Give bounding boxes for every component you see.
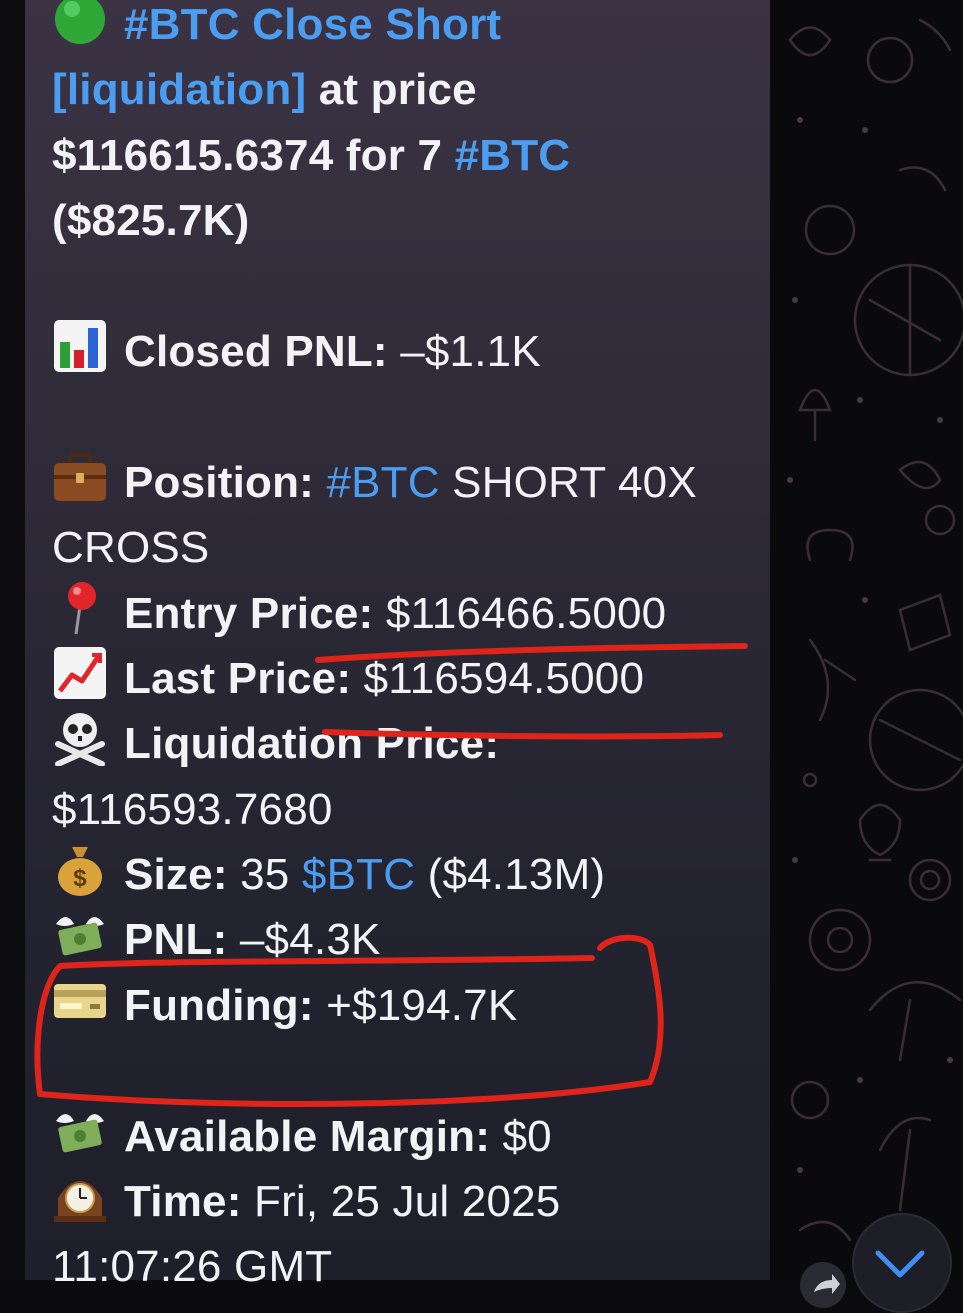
- size-value: 35: [227, 850, 302, 900]
- pnl-label: PNL:: [124, 915, 228, 965]
- chat-wallpaper: [770, 0, 963, 1280]
- size-notional: ($4.13M): [415, 850, 606, 900]
- round-pushpin-icon: [52, 581, 108, 636]
- svg-text:$: $: [73, 865, 87, 892]
- notional-line: ($825.7K): [52, 188, 752, 253]
- liquidation-price-value: $116593.7680: [52, 784, 333, 834]
- mantelpiece-clock-icon: [52, 1172, 108, 1224]
- pnl-value: –$4.3K: [227, 915, 381, 965]
- liquidation-price-line: Liquidation Price:: [52, 711, 752, 776]
- scroll-down-button[interactable]: [852, 1213, 952, 1313]
- skull-crossbones-icon: [52, 713, 108, 767]
- funding-label: Funding:: [124, 980, 314, 1030]
- message-header-line-2: [liquidation] at price: [52, 57, 752, 122]
- bar-chart-icon: [52, 319, 108, 374]
- position-value: SHORT 40X: [439, 457, 697, 507]
- available-margin-value: $0: [490, 1111, 552, 1161]
- entry-price-label: Entry Price:: [124, 588, 374, 638]
- closed-pnl-line: Closed PNL: –$1.1K: [52, 319, 752, 384]
- liquidation-tag[interactable]: [liquidation]: [52, 65, 306, 114]
- briefcase-icon: [52, 452, 108, 505]
- entry-price-value: $116466.5000: [373, 588, 667, 638]
- close-price-text: $116615.6374 for 7: [52, 130, 455, 180]
- money-with-wings-icon: [52, 1107, 108, 1159]
- position-label: Position:: [124, 457, 315, 507]
- size-label: Size:: [124, 850, 228, 900]
- notional-value: ($825.7K): [52, 196, 250, 246]
- pnl-line: PNL: –$4.3K: [52, 907, 752, 972]
- position-margin-mode: CROSS: [52, 523, 210, 573]
- position-hashtag[interactable]: #BTC: [314, 458, 440, 507]
- available-margin-label: Available Margin:: [124, 1111, 491, 1161]
- time-value: Fri, 25 Jul 2025: [241, 1177, 561, 1227]
- funding-line: Funding: +$194.7K: [52, 973, 752, 1038]
- green-circle-icon: [52, 0, 108, 47]
- time-label: Time:: [124, 1177, 242, 1227]
- closed-pnl-value: –$1.1K: [387, 326, 541, 376]
- available-margin-line: Available Margin: $0: [52, 1104, 752, 1169]
- closed-pnl-label: Closed PNL:: [124, 326, 388, 376]
- size-cashtag[interactable]: $BTC: [302, 850, 415, 899]
- chat-background-left: [0, 0, 25, 1280]
- time-line: Time: Fri, 25 Jul 2025: [52, 1169, 752, 1234]
- title-hashtag[interactable]: #BTC Close Short: [124, 0, 501, 49]
- size-line: $ Size: 35 $BTC ($4.13M): [52, 842, 752, 907]
- chart-increasing-icon: [52, 646, 108, 701]
- message-header-line: #BTC Close Short: [52, 0, 752, 57]
- money-with-wings-icon: [52, 910, 108, 962]
- time-line-cont: 11:07:26 GMT: [52, 1234, 752, 1299]
- price-hashtag[interactable]: #BTC: [455, 131, 571, 180]
- funding-value: +$194.7K: [313, 980, 518, 1030]
- position-line-cont: CROSS: [52, 515, 752, 580]
- credit-card-icon: [52, 976, 108, 1028]
- last-price-line: Last Price: $116594.5000: [52, 646, 752, 711]
- position-line: Position: #BTC SHORT 40X: [52, 450, 752, 515]
- liquidation-price-line-cont: $116593.7680: [52, 777, 752, 842]
- time-value-cont: 11:07:26 GMT: [52, 1242, 333, 1292]
- message-text: #BTC Close Short [liquidation] at price …: [52, 0, 752, 1300]
- money-bag-icon: $: [52, 845, 108, 897]
- last-price-label: Last Price:: [124, 653, 352, 703]
- last-price-value: $116594.5000: [351, 653, 645, 703]
- entry-price-line: Entry Price: $116466.5000: [52, 581, 752, 646]
- share-icon: [814, 1274, 840, 1294]
- at-price-text: at price: [306, 65, 477, 115]
- chevron-down-icon: [875, 1250, 925, 1278]
- liquidation-price-label: Liquidation Price:: [124, 719, 500, 769]
- message-header-line-3: $116615.6374 for 7 #BTC: [52, 123, 752, 188]
- share-button[interactable]: [800, 1262, 846, 1308]
